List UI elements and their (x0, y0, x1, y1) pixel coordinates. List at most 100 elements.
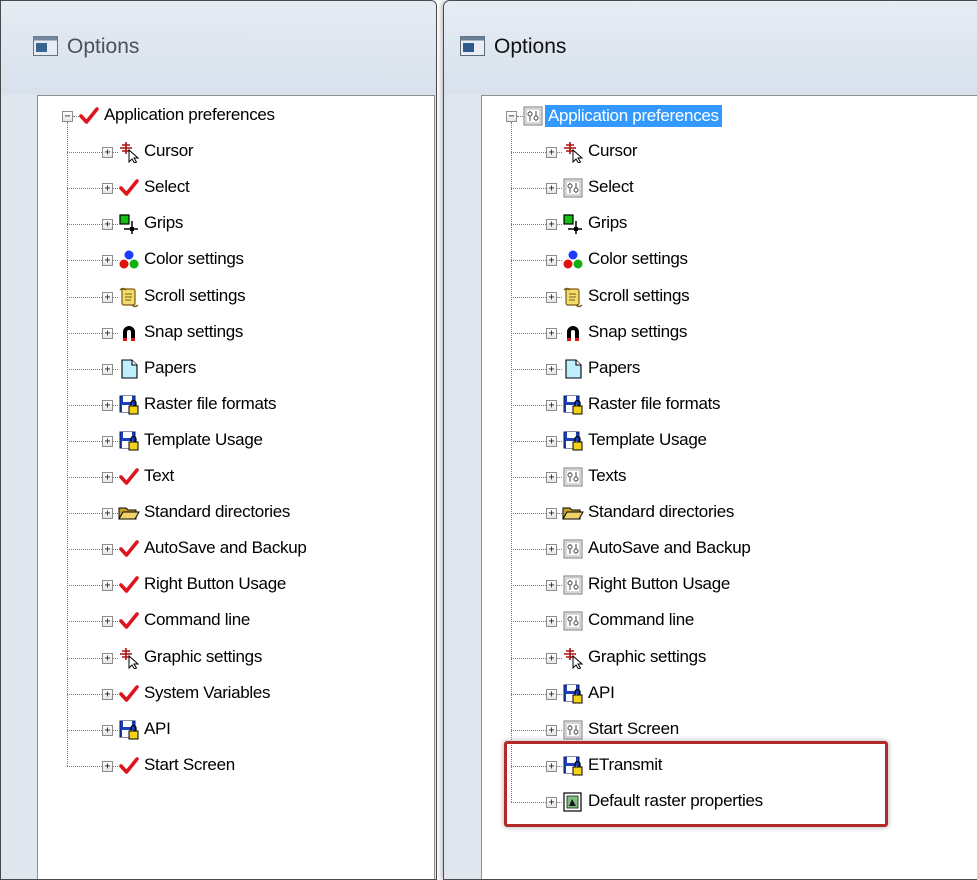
collapse-toggle-icon[interactable]: − (506, 111, 517, 122)
tree-item-papers[interactable]: + Papers (482, 353, 977, 387)
expand-toggle-icon[interactable]: + (546, 724, 557, 736)
tree-item-snap-settings[interactable]: + Snap settings (38, 317, 434, 351)
expand-toggle-icon[interactable]: + (546, 291, 557, 303)
tree-item-label: Snap settings (144, 321, 244, 341)
tree-item-label: Snap settings (588, 321, 688, 341)
expand-toggle-icon[interactable]: + (546, 472, 557, 483)
tree-item-autosave-and-backup[interactable]: + AutoSave and Backup (482, 533, 977, 567)
expand-toggle-icon[interactable]: + (546, 147, 557, 159)
expand-toggle-icon[interactable]: + (102, 327, 113, 339)
tree-item-papers[interactable]: + Papers (38, 353, 434, 387)
tree-item-scroll-settings[interactable]: + Scroll settings (482, 281, 977, 315)
expand-toggle-icon[interactable]: + (546, 652, 557, 664)
expand-toggle-icon[interactable]: + (102, 147, 113, 159)
checkmark-icon (78, 105, 100, 127)
tree-item-raster-file-formats[interactable]: + Raster file formats (38, 389, 434, 423)
tree-item-color-settings[interactable]: + Color settings (38, 244, 434, 278)
tree-item-cursor[interactable]: + Cursor (482, 136, 977, 170)
tree-item-standard-directories[interactable]: + Standard directories (482, 497, 977, 531)
tree-item-api[interactable]: + API (482, 678, 977, 712)
tree-item-graphic-settings[interactable]: + Graphic settings (482, 642, 977, 676)
expand-toggle-icon[interactable]: + (546, 544, 557, 556)
tree-item-template-usage[interactable]: + Template Usage (38, 425, 434, 459)
grips-icon (118, 213, 140, 235)
color-balls-icon (562, 249, 584, 271)
tree-item-application-preferences[interactable]: − Application preferences (482, 100, 977, 134)
scroll-icon (562, 286, 584, 308)
tree-item-label: AutoSave and Backup (588, 538, 751, 558)
tree-connector (511, 152, 546, 154)
tree-item-scroll-settings[interactable]: + Scroll settings (38, 281, 434, 315)
window-app-icon (33, 36, 58, 56)
expand-toggle-icon[interactable]: + (102, 255, 113, 267)
tree-item-api[interactable]: + API (38, 714, 434, 748)
expand-toggle-icon[interactable]: + (102, 580, 113, 592)
title-bar[interactable]: Options (1, 1, 436, 95)
tree-item-start-screen[interactable]: + Start Screen (38, 750, 434, 784)
new-items-highlight-box (504, 741, 888, 827)
collapse-toggle-icon[interactable]: − (62, 111, 73, 122)
expand-toggle-icon[interactable]: + (546, 183, 557, 195)
expand-toggle-icon[interactable]: + (102, 291, 113, 303)
expand-toggle-icon[interactable]: + (102, 183, 113, 195)
expand-toggle-icon[interactable]: + (102, 399, 113, 411)
tree-connector (511, 440, 546, 442)
tree-item-label: Grips (144, 213, 184, 233)
floppy-lock-icon (562, 683, 584, 705)
expand-toggle-icon[interactable]: + (546, 435, 557, 447)
tree-item-grips[interactable]: + Grips (38, 208, 434, 242)
tree-item-grips[interactable]: + Grips (482, 208, 977, 242)
expand-toggle-icon[interactable]: + (102, 688, 113, 700)
tree-item-snap-settings[interactable]: + Snap settings (482, 317, 977, 351)
expand-toggle-icon[interactable]: + (102, 363, 113, 375)
expand-toggle-icon[interactable]: + (546, 363, 557, 375)
tree-item-application-preferences[interactable]: − Application preferences (38, 100, 434, 134)
expand-toggle-icon[interactable]: + (102, 508, 113, 520)
expand-toggle-icon[interactable]: + (102, 219, 113, 231)
tree-item-label: Right Button Usage (588, 574, 731, 594)
expand-toggle-icon[interactable]: + (546, 616, 557, 628)
tree-item-color-settings[interactable]: + Color settings (482, 244, 977, 278)
tree-item-texts[interactable]: + Texts (482, 461, 977, 495)
tree-item-cursor[interactable]: + Cursor (38, 136, 434, 170)
tree-item-label: Text (144, 466, 174, 485)
cursor-crosshair-icon (562, 647, 584, 670)
tree-item-command-line[interactable]: + Command line (38, 605, 434, 639)
tree-item-right-button-usage[interactable]: + Right Button Usage (482, 569, 977, 603)
title-bar[interactable]: Options (444, 1, 977, 95)
expand-toggle-icon[interactable]: + (546, 688, 557, 700)
options-tree-panel[interactable]: − Application preferences + Cursor + Select + G… (37, 95, 435, 879)
folder-open-icon (562, 502, 584, 524)
tree-item-standard-directories[interactable]: + Standard directories (38, 497, 434, 531)
expand-toggle-icon[interactable]: + (102, 760, 113, 772)
expand-toggle-icon[interactable]: + (546, 508, 557, 520)
expand-toggle-icon[interactable]: + (102, 652, 113, 664)
checkmark-icon (118, 538, 140, 560)
tree-item-select[interactable]: + Select (482, 172, 977, 206)
expand-toggle-icon[interactable]: + (102, 435, 113, 447)
tree-item-select[interactable]: + Select (38, 172, 434, 206)
tree-item-raster-file-formats[interactable]: + Raster file formats (482, 389, 977, 423)
tree-item-right-button-usage[interactable]: + Right Button Usage (38, 569, 434, 603)
expand-toggle-icon[interactable]: + (546, 580, 557, 592)
tree-item-label: Texts (588, 466, 627, 485)
tree-item-system-variables[interactable]: + System Variables (38, 678, 434, 712)
tree-item-autosave-and-backup[interactable]: + AutoSave and Backup (38, 533, 434, 567)
expand-toggle-icon[interactable]: + (546, 219, 557, 231)
expand-toggle-icon[interactable]: + (546, 399, 557, 411)
tree-item-template-usage[interactable]: + Template Usage (482, 425, 977, 459)
paper-icon (562, 358, 584, 380)
tree-item-label: Cursor (144, 141, 194, 161)
tree-item-text[interactable]: + Text (38, 461, 434, 495)
expand-toggle-icon[interactable]: + (102, 724, 113, 736)
tree-connector (67, 260, 102, 262)
checkmark-icon (118, 574, 140, 596)
expand-toggle-icon[interactable]: + (546, 255, 557, 267)
expand-toggle-icon[interactable]: + (102, 544, 113, 556)
expand-toggle-icon[interactable]: + (102, 472, 113, 483)
expand-toggle-icon[interactable]: + (102, 616, 113, 628)
tree-connector (511, 404, 546, 406)
tree-item-command-line[interactable]: + Command line (482, 605, 977, 639)
tree-item-graphic-settings[interactable]: + Graphic settings (38, 642, 434, 676)
expand-toggle-icon[interactable]: + (546, 327, 557, 339)
